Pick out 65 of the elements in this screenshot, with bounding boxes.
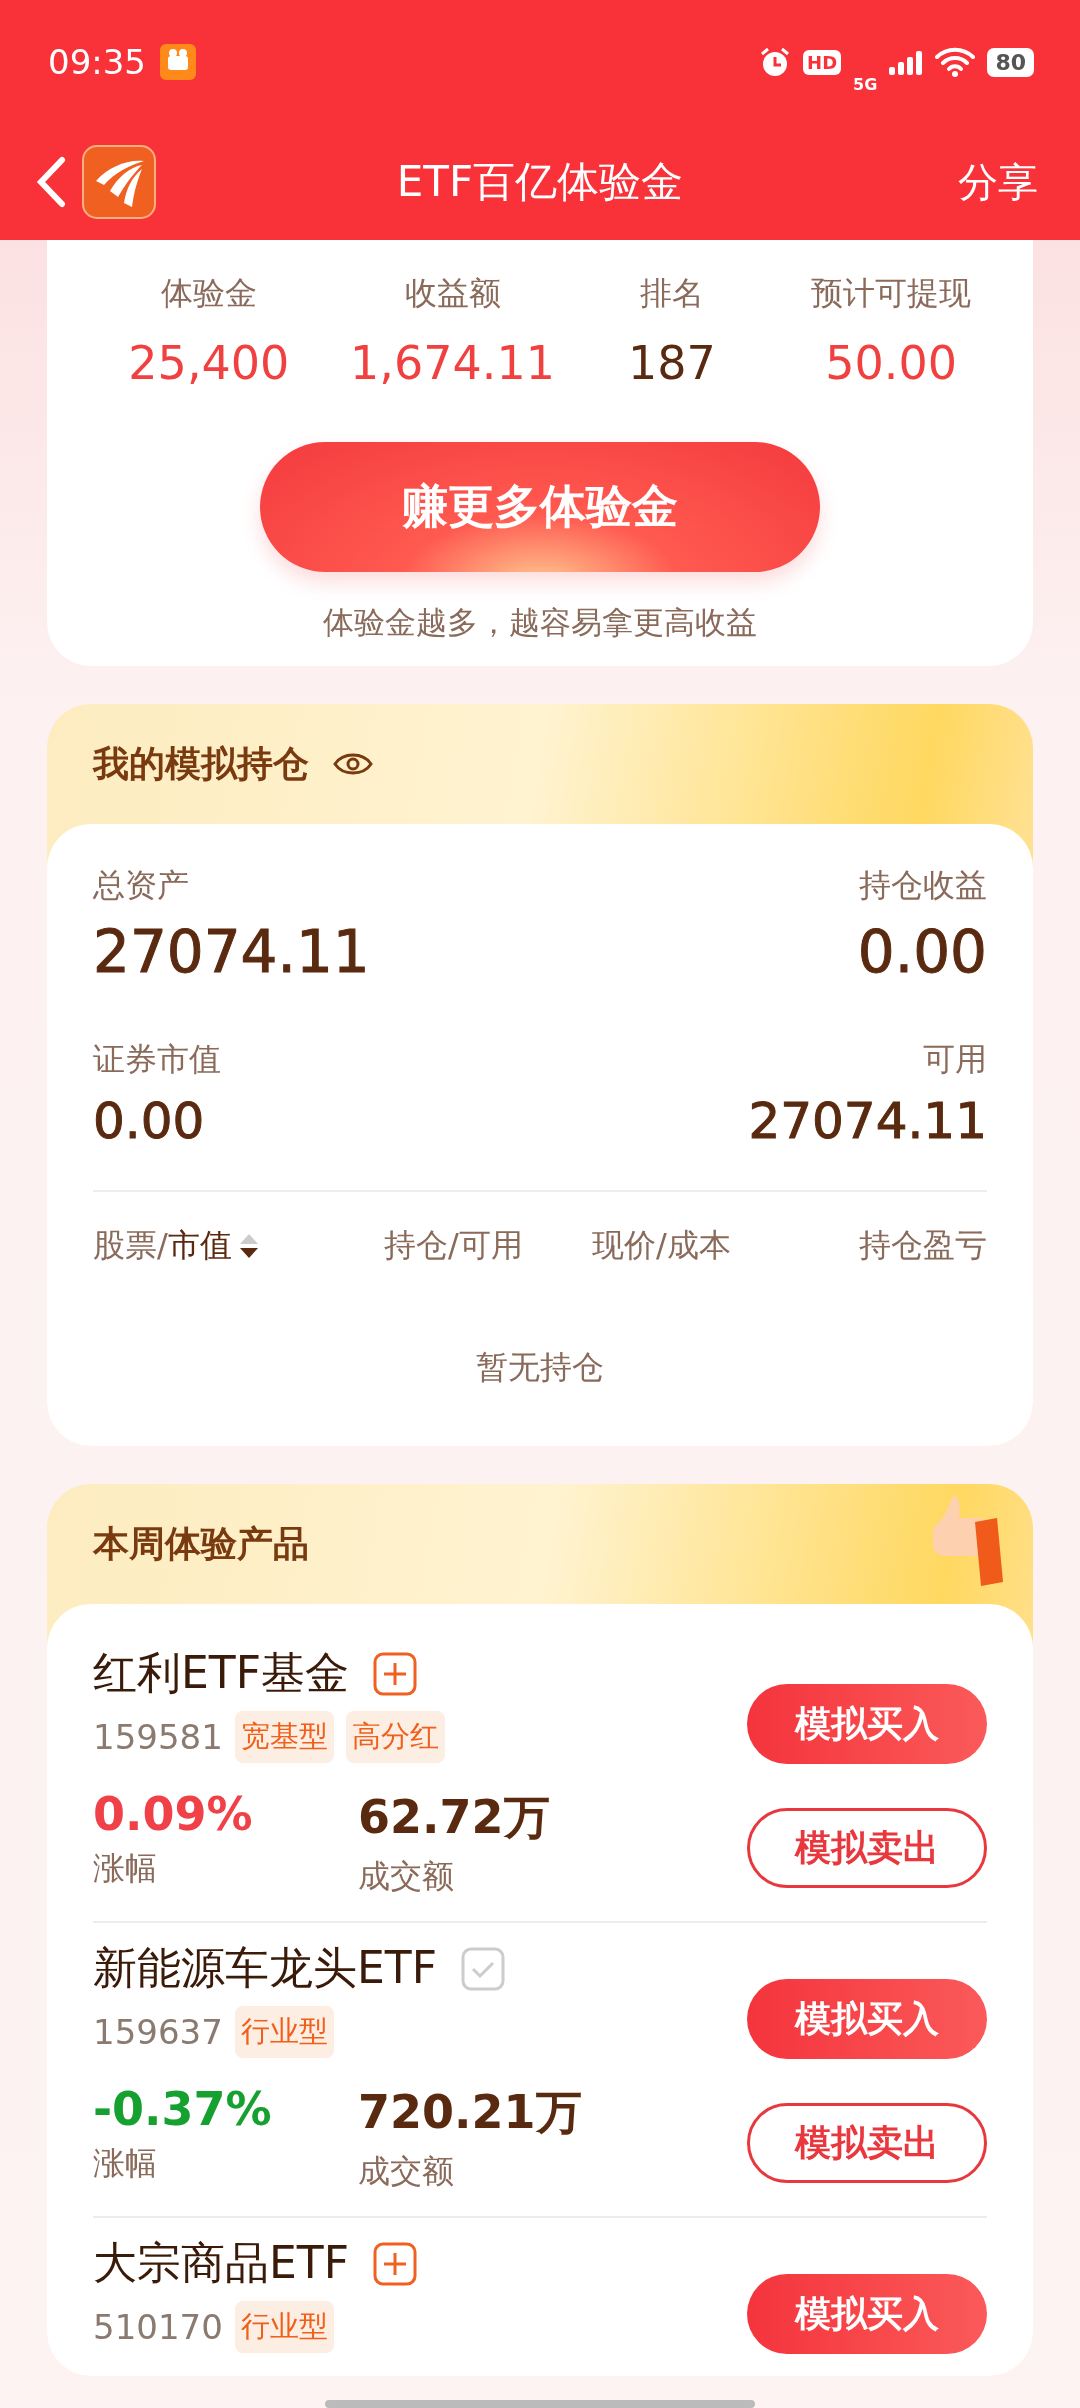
wifi-icon (935, 47, 976, 77)
column-header: 持仓/可用 (384, 1225, 523, 1266)
stat-label: 收益额 (403, 273, 502, 314)
turnover-value: 720.21万 (358, 2084, 583, 2141)
battery-level: 80 (987, 47, 1034, 77)
buy-button[interactable]: 模拟买入 (747, 2274, 987, 2354)
metric-label: 证券市值 (93, 1039, 222, 1080)
column-header: 现价/成本 (591, 1225, 731, 1266)
metric-label: 可用 (922, 1039, 987, 1080)
turnover-value: 62.72万 (358, 1789, 551, 1846)
alarm-icon (759, 46, 792, 78)
signal-icon (889, 49, 924, 75)
hint-text: 体验金越多，越容易拿更高收益 (322, 603, 758, 642)
earn-more-button[interactable]: 赚更多体验金 (260, 442, 820, 572)
metric-value: 27074.11 (93, 918, 371, 986)
stat-value: 1,674.11 (349, 336, 556, 390)
back-icon[interactable] (36, 156, 66, 208)
eye-icon[interactable] (333, 751, 373, 777)
hd-icon: HD (803, 49, 842, 75)
clock: 09:35 (48, 42, 146, 82)
stat-label: 体验金 (159, 273, 258, 314)
stat-label: 预计可提现 (810, 273, 973, 314)
app-logo-icon (82, 145, 156, 219)
empty-message: 暂无持仓 (476, 1348, 604, 1386)
change-percent: -0.37% (93, 2082, 273, 2136)
fund-code: 510170 (93, 2307, 223, 2347)
change-label: 涨幅 (93, 1848, 158, 1889)
metric-value: 27074.11 (747, 1092, 987, 1150)
stat-value: 50.00 (824, 336, 958, 390)
metric-label: 持仓收益 (858, 865, 987, 906)
product-name: 大宗商品ETF (93, 2236, 349, 2290)
fund-tag: 宽基型 (234, 1711, 334, 1763)
stat-value: 25,400 (127, 336, 291, 390)
turnover-label: 成交额 (358, 2151, 455, 2192)
column-header[interactable]: 股票/市值 (93, 1224, 232, 1268)
fund-tag: 行业型 (234, 2301, 334, 2353)
change-percent: 0.09% (93, 1787, 254, 1841)
sell-button[interactable]: 模拟卖出 (747, 2103, 987, 2183)
turnover-label: 成交额 (358, 1856, 455, 1897)
metric-label: 总资产 (93, 865, 190, 906)
fund-code: 159581 (93, 1717, 223, 1757)
metric-value: 0.00 (93, 1092, 206, 1150)
section-title: 我的模拟持仓 (93, 741, 309, 786)
fund-tag: 行业型 (234, 2006, 334, 2058)
video-app-icon (160, 44, 196, 80)
metric-value: 0.00 (856, 918, 987, 986)
section-title: 本周体验产品 (93, 1521, 309, 1566)
change-label: 涨幅 (93, 2143, 158, 2184)
network-type: 5G (853, 74, 878, 94)
product-name: 红利ETF基金 (93, 1646, 349, 1700)
add-icon[interactable] (373, 2241, 417, 2286)
stat-value: 187 (626, 336, 717, 390)
sort-icon[interactable] (237, 1232, 260, 1260)
page-title: ETF百亿体验金 (396, 157, 684, 206)
buy-button[interactable]: 模拟买入 (747, 1979, 987, 2059)
buy-button[interactable]: 模拟买入 (747, 1684, 987, 1764)
add-icon[interactable] (373, 1651, 417, 1696)
product-name: 新能源车龙头ETF (93, 1941, 437, 1995)
checkbox-icon[interactable] (461, 1946, 505, 1991)
fund-tag: 高分红 (345, 1711, 445, 1763)
stat-label: 排名 (638, 273, 705, 314)
share-button[interactable]: 分享 (952, 153, 1044, 211)
column-header: 持仓盈亏 (859, 1225, 987, 1266)
fund-code: 159637 (93, 2012, 223, 2052)
sell-button[interactable]: 模拟卖出 (747, 1808, 987, 1888)
